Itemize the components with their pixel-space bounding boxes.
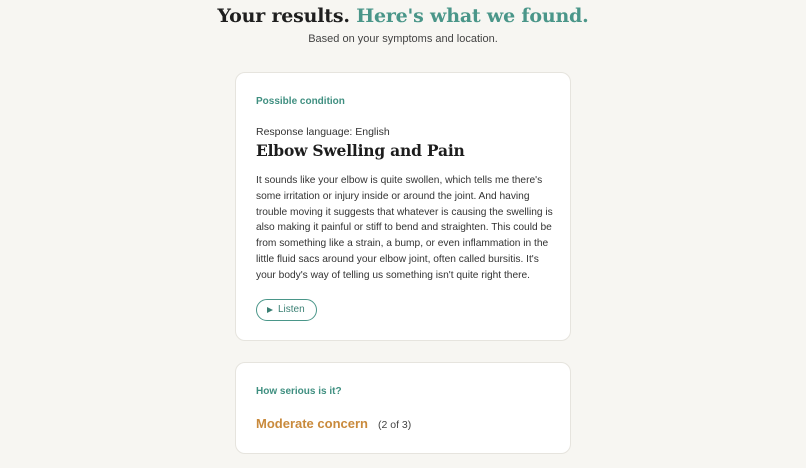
severity-eyebrow: How serious is it? [256,386,342,397]
listen-button-label: Listen [278,304,305,315]
page-subtitle: Based on your symptoms and location. [308,33,498,45]
page-title: Your results. Here's what we found. [0,4,806,28]
condition-eyebrow: Possible condition [256,96,345,107]
listen-button[interactable]: Listen [256,299,317,321]
page-title-accent: Here's what we found. [356,5,589,27]
condition-title: Elbow Swelling and Pain [256,141,465,160]
response-language: Response language: English [256,126,390,138]
severity-count: (2 of 3) [377,419,412,431]
page-title-prefix: Your results. [217,5,350,27]
condition-description: It sounds like your elbow is quite swoll… [256,175,553,281]
severity-card: How serious is it? Moderate concern (2 o… [235,362,571,454]
severity-level: Moderate concern [256,416,368,431]
severity-row: Moderate concern (2 of 3) [256,416,411,431]
results-page: Your results. Here's what we found. Base… [0,0,806,468]
play-icon [267,307,273,313]
condition-card: Possible condition Response language: En… [235,72,571,341]
